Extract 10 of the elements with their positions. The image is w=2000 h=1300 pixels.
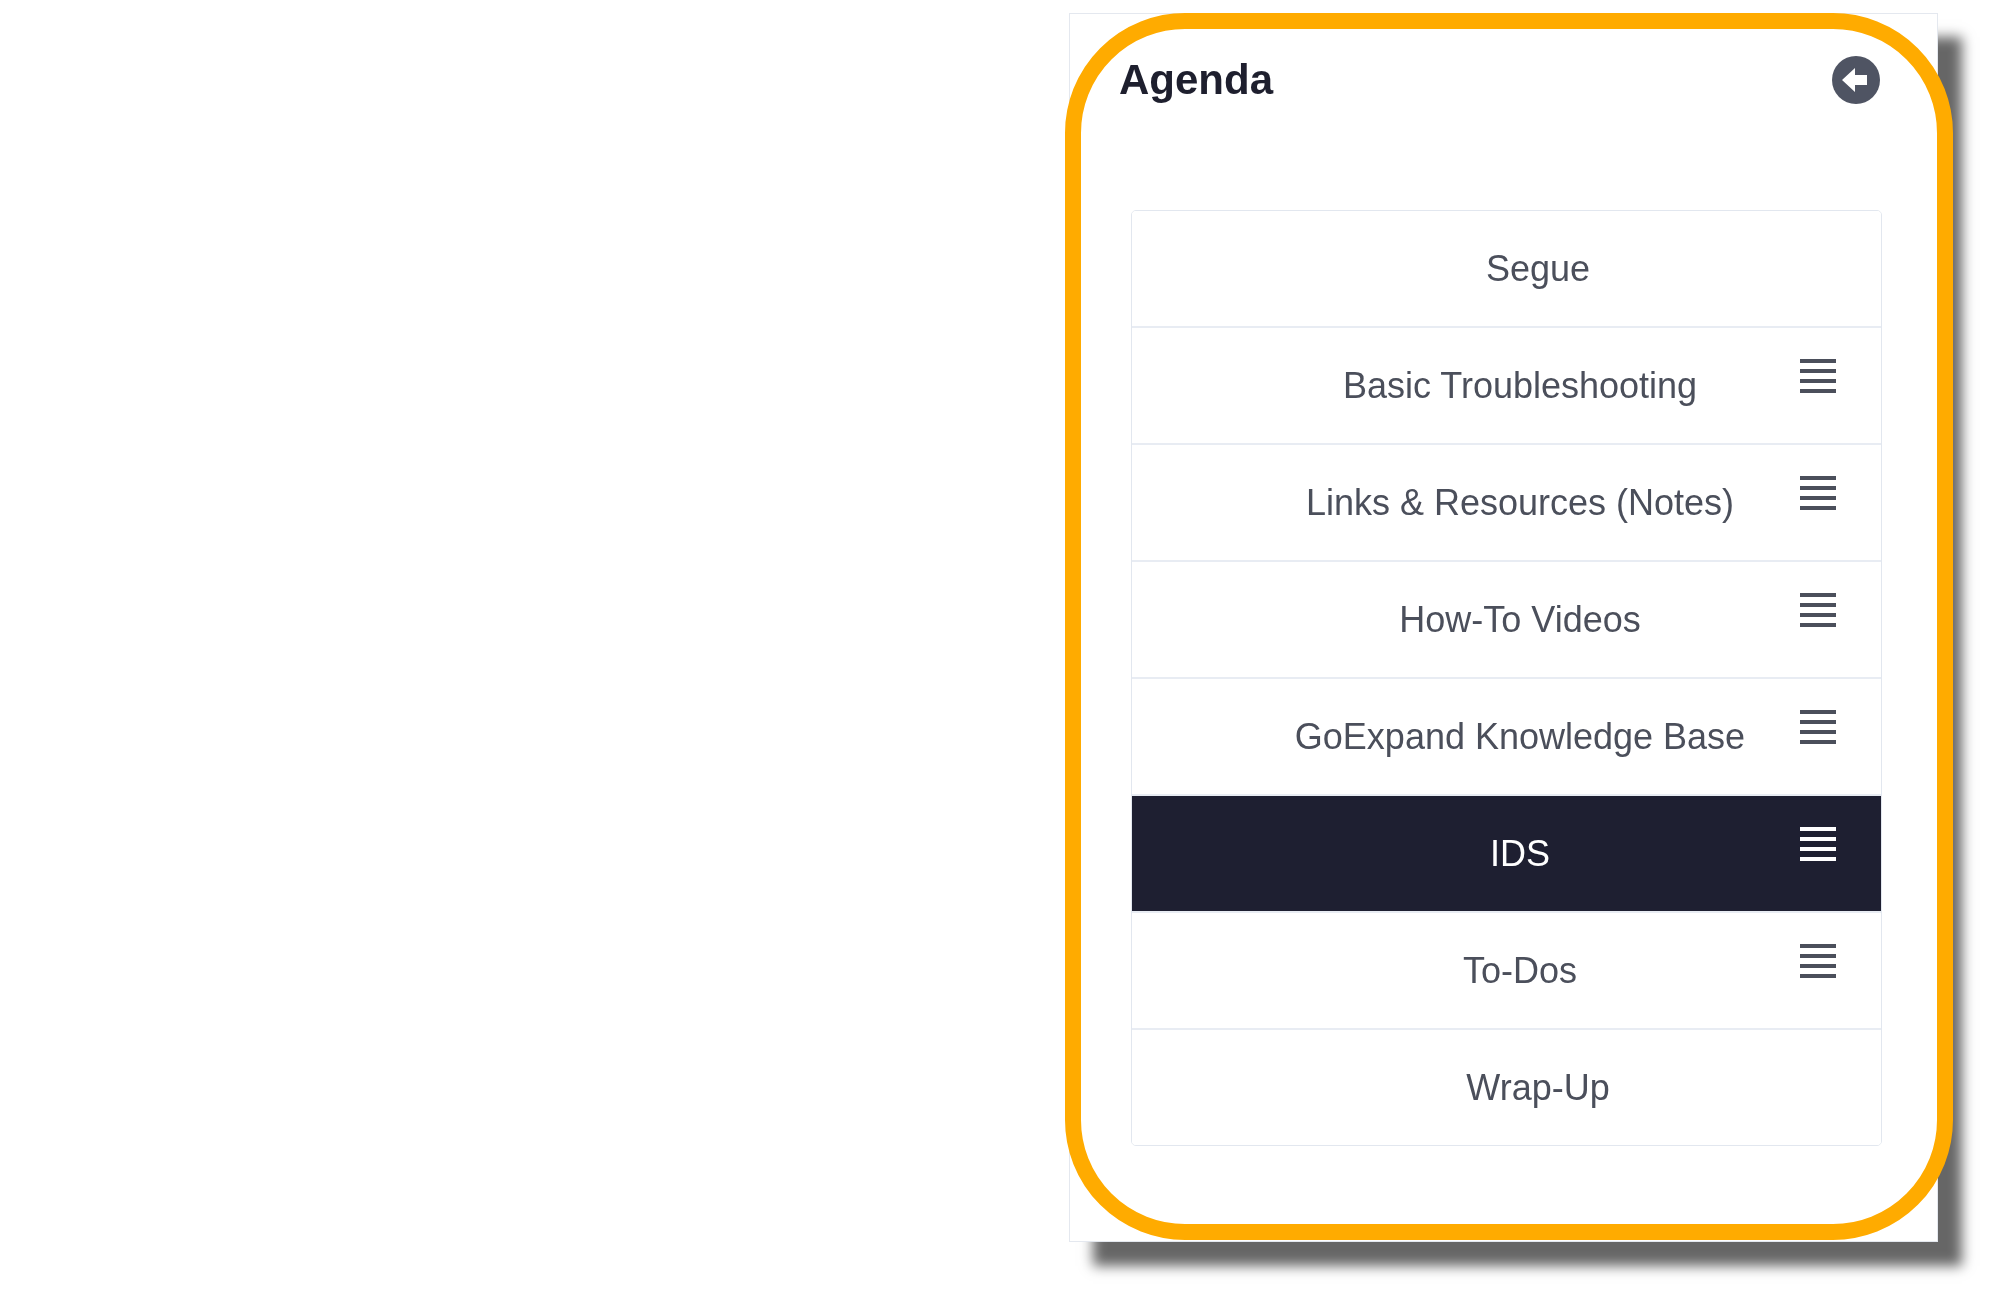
back-icon[interactable] [1832,56,1880,104]
agenda-item[interactable]: IDS [1132,794,1881,911]
menu-icon[interactable] [1800,710,1836,744]
menu-icon[interactable] [1800,476,1836,510]
menu-icon[interactable] [1800,827,1836,861]
menu-icon[interactable] [1800,359,1836,393]
menu-icon[interactable] [1800,944,1836,978]
panel-title: Agenda [1119,55,1273,105]
menu-icon[interactable] [1800,593,1836,627]
agenda-item[interactable]: Wrap-Up [1132,1028,1881,1145]
